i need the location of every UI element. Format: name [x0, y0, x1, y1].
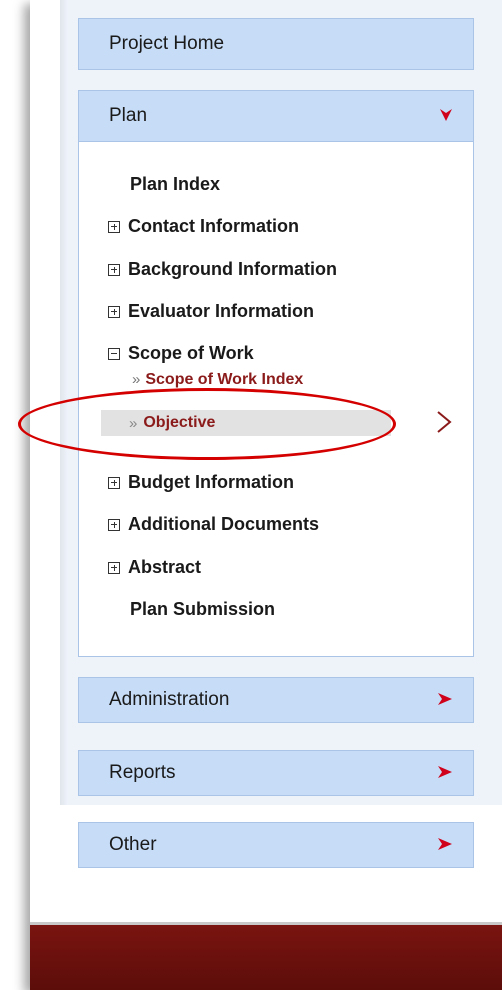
minus-box-icon[interactable]	[108, 347, 120, 360]
menu-abstract-label: Abstract	[128, 557, 202, 577]
right-arrow-icon	[437, 691, 453, 709]
menu-contact-information-label: Contact Information	[128, 216, 299, 236]
menu-plan-submission[interactable]: Plan Submission	[130, 599, 275, 620]
menu-plan-index[interactable]: Plan Index	[130, 174, 220, 195]
menu-evaluator-information[interactable]: Evaluator Information	[108, 301, 314, 322]
section-project-home[interactable]: Project Home	[78, 18, 474, 70]
right-arrow-icon	[437, 836, 453, 854]
footer-bar	[30, 925, 502, 990]
plus-box-icon[interactable]	[108, 305, 120, 318]
plus-box-icon[interactable]	[108, 518, 120, 531]
menu-contact-information[interactable]: Contact Information	[108, 216, 299, 237]
menu-scope-of-work[interactable]: Scope of Work	[108, 343, 254, 364]
menu-scope-of-work-label: Scope of Work	[128, 343, 254, 363]
submenu-objective-label: Objective	[143, 414, 216, 431]
menu-abstract[interactable]: Abstract	[108, 557, 201, 578]
menu-evaluator-information-label: Evaluator Information	[128, 301, 315, 321]
submenu-objective[interactable]: » Objective	[101, 410, 391, 436]
other-label: Other	[109, 834, 157, 855]
right-arrow-icon	[437, 764, 453, 782]
menu-budget-information[interactable]: Budget Information	[108, 472, 294, 493]
section-administration[interactable]: Administration	[78, 677, 474, 723]
double-chevron-icon: »	[132, 371, 141, 388]
plus-box-icon[interactable]	[108, 263, 120, 276]
plus-box-icon[interactable]	[108, 220, 120, 233]
menu-plan-submission-label: Plan Submission	[130, 599, 276, 619]
section-reports[interactable]: Reports	[78, 750, 474, 796]
menu-background-information[interactable]: Background Information	[108, 259, 337, 280]
plus-box-icon[interactable]	[108, 476, 120, 489]
project-home-label: Project Home	[109, 33, 225, 54]
nav-inner-shadow	[60, 0, 68, 805]
down-arrow-icon	[439, 107, 453, 125]
plan-label: Plan	[109, 105, 148, 126]
menu-budget-information-label: Budget Information	[128, 472, 294, 492]
administration-label: Administration	[109, 689, 230, 710]
menu-plan-index-label: Plan Index	[130, 174, 221, 194]
menu-additional-documents[interactable]: Additional Documents	[108, 514, 319, 535]
submenu-scope-of-work-index-label: Scope of Work Index	[145, 371, 304, 388]
plus-box-icon[interactable]	[108, 561, 120, 574]
reports-label: Reports	[109, 762, 176, 783]
submenu-scope-of-work-index[interactable]: » Scope of Work Index	[132, 371, 303, 389]
chevron-right-icon	[432, 409, 458, 435]
section-plan[interactable]: Plan	[78, 90, 474, 142]
menu-background-information-label: Background Information	[128, 259, 338, 279]
menu-additional-documents-label: Additional Documents	[128, 514, 320, 534]
double-chevron-icon: »	[129, 414, 138, 432]
section-other[interactable]: Other	[78, 822, 474, 868]
